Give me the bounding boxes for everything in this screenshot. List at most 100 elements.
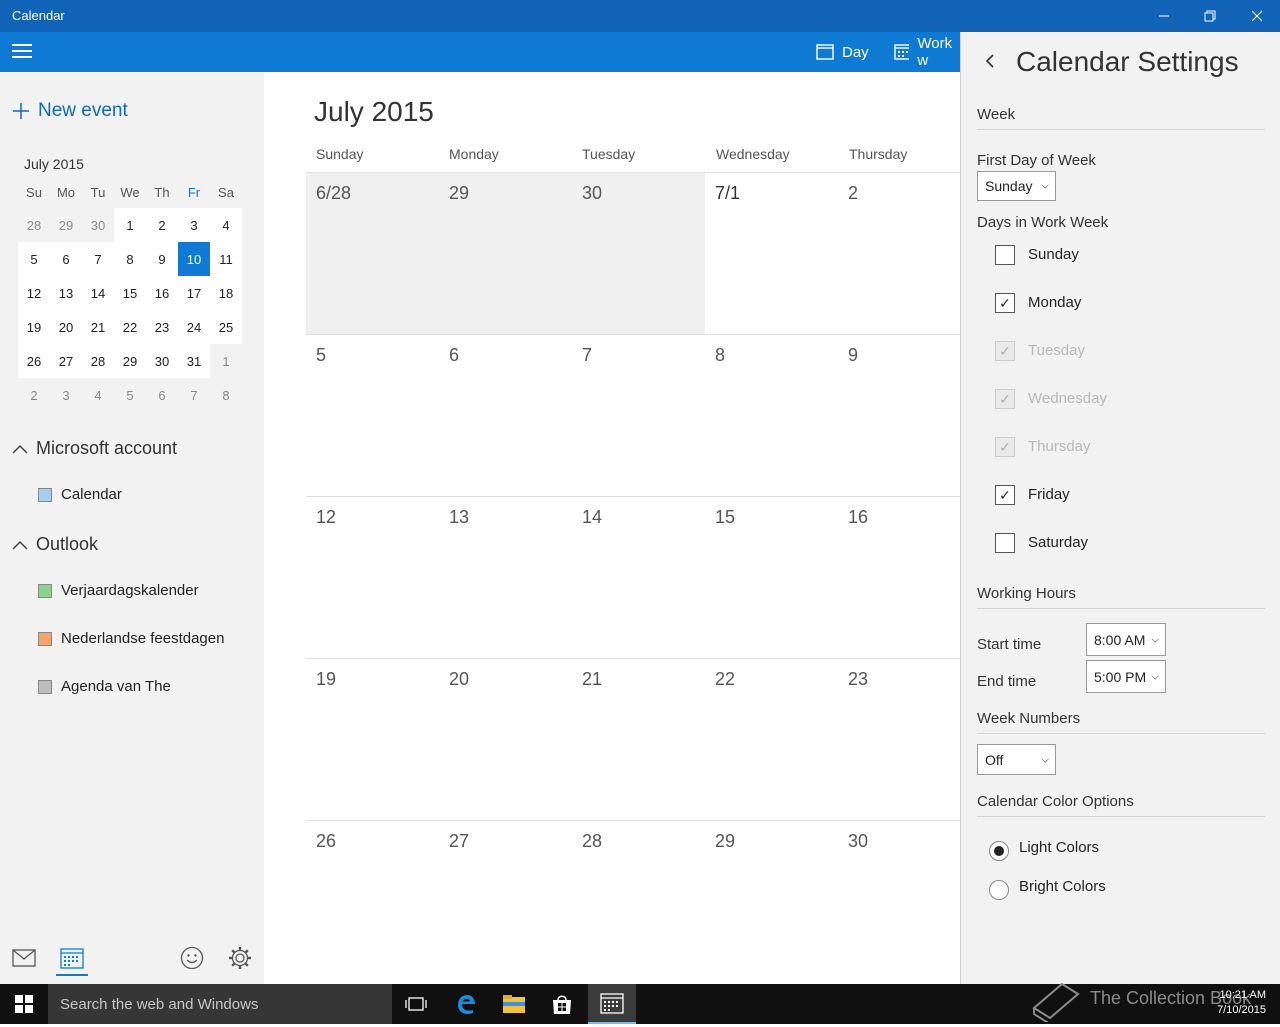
work-day-checkbox[interactable]: ✓: [995, 293, 1015, 313]
work-day-checkbox[interactable]: [995, 245, 1015, 265]
bright-colors-radio[interactable]: [989, 880, 1009, 900]
calendar-list-item[interactable]: Verjaardagskalender: [38, 582, 199, 599]
mini-calendar-day[interactable]: 14: [82, 276, 114, 310]
mini-calendar-day[interactable]: 27: [50, 344, 82, 378]
calendar-app-icon[interactable]: [56, 942, 88, 976]
file-explorer-icon[interactable]: [490, 984, 538, 1024]
store-icon[interactable]: [538, 984, 586, 1024]
calendar-list-item[interactable]: Agenda van The: [38, 678, 171, 695]
mini-calendar-day[interactable]: 4: [82, 378, 114, 412]
minimize-button[interactable]: [1141, 0, 1187, 32]
work-day-checkbox[interactable]: [995, 533, 1015, 553]
mini-calendar-day[interactable]: 31: [178, 344, 210, 378]
calendar-group-header[interactable]: Outlook: [12, 534, 98, 555]
work-day-checkbox[interactable]: ✓: [995, 485, 1015, 505]
mini-calendar-day[interactable]: 1: [210, 344, 242, 378]
close-button[interactable]: [1234, 0, 1280, 32]
calendar-day-cell[interactable]: 7/1: [705, 173, 838, 334]
mini-calendar-day[interactable]: 8: [210, 378, 242, 412]
start-time-select[interactable]: 8:00 AM ⌵: [1086, 623, 1166, 656]
calendar-day-cell[interactable]: 7: [572, 335, 705, 496]
edge-browser-icon[interactable]: [442, 984, 490, 1024]
mini-calendar-day[interactable]: 2: [146, 208, 178, 242]
taskbar-search-box[interactable]: Search the web and Windows: [48, 984, 392, 1024]
calendar-day-cell[interactable]: 21: [572, 659, 705, 820]
mail-icon[interactable]: [8, 942, 40, 974]
mini-calendar-day[interactable]: 26: [18, 344, 50, 378]
calendar-day-cell[interactable]: 13: [439, 497, 572, 658]
calendar-list-item[interactable]: Nederlandse feestdagen: [38, 630, 224, 647]
mini-calendar-day[interactable]: 4: [210, 208, 242, 242]
system-clock[interactable]: 10:21 AM 7/10/2015: [1217, 988, 1266, 1018]
calendar-taskbar-icon[interactable]: [588, 984, 636, 1024]
calendar-day-cell[interactable]: 22: [705, 659, 838, 820]
mini-calendar-title[interactable]: July 2015: [24, 156, 84, 172]
mini-calendar-day[interactable]: 19: [18, 310, 50, 344]
feedback-smiley-icon[interactable]: [176, 942, 208, 974]
mini-calendar-day[interactable]: 28: [82, 344, 114, 378]
mini-calendar-day[interactable]: 12: [18, 276, 50, 310]
mini-calendar-day[interactable]: 24: [178, 310, 210, 344]
mini-calendar-day[interactable]: 21: [82, 310, 114, 344]
day-view-button[interactable]: Day: [816, 32, 869, 72]
calendar-day-cell[interactable]: 20: [439, 659, 572, 820]
mini-calendar-day[interactable]: 3: [50, 378, 82, 412]
mini-calendar-day[interactable]: 17: [178, 276, 210, 310]
calendar-day-cell[interactable]: 2: [838, 173, 960, 334]
month-title[interactable]: July 2015: [314, 96, 434, 128]
mini-calendar-day[interactable]: 30: [82, 208, 114, 242]
new-event-button[interactable]: New event: [12, 100, 128, 122]
week-numbers-select[interactable]: Off ⌵: [977, 744, 1056, 775]
mini-calendar-day[interactable]: 6: [50, 242, 82, 276]
mini-calendar-day[interactable]: 15: [114, 276, 146, 310]
work-week-view-button[interactable]: Work w: [894, 32, 960, 72]
light-colors-radio[interactable]: [989, 841, 1009, 861]
calendar-day-cell[interactable]: 12: [306, 497, 439, 658]
mini-calendar-day[interactable]: 16: [146, 276, 178, 310]
calendar-day-cell[interactable]: 27: [439, 821, 572, 982]
settings-gear-icon[interactable]: [224, 942, 256, 974]
calendar-day-cell[interactable]: 23: [838, 659, 960, 820]
calendar-day-cell[interactable]: 8: [705, 335, 838, 496]
mini-calendar-day[interactable]: 20: [50, 310, 82, 344]
calendar-day-cell[interactable]: 30: [572, 173, 705, 334]
mini-calendar-day[interactable]: 8: [114, 242, 146, 276]
mini-calendar-day[interactable]: 18: [210, 276, 242, 310]
first-day-select[interactable]: Sunday ⌵: [977, 171, 1056, 201]
mini-calendar-day[interactable]: 29: [114, 344, 146, 378]
task-view-icon[interactable]: [392, 984, 440, 1024]
mini-calendar-day[interactable]: 2: [18, 378, 50, 412]
calendar-list-item[interactable]: Calendar: [38, 486, 122, 503]
mini-calendar-day[interactable]: 3: [178, 208, 210, 242]
calendar-day-cell[interactable]: 30: [838, 821, 960, 982]
restore-button[interactable]: [1187, 0, 1233, 32]
mini-calendar-day[interactable]: 28: [18, 208, 50, 242]
mini-calendar-day[interactable]: 25: [210, 310, 242, 344]
calendar-day-cell[interactable]: 6/28: [306, 173, 439, 334]
calendar-day-cell[interactable]: 26: [306, 821, 439, 982]
mini-calendar-day[interactable]: 23: [146, 310, 178, 344]
calendar-day-cell[interactable]: 9: [838, 335, 960, 496]
mini-calendar-day[interactable]: 6: [146, 378, 178, 412]
back-button[interactable]: [983, 52, 997, 75]
start-button[interactable]: [0, 984, 48, 1024]
end-time-select[interactable]: 5:00 PM ⌵: [1086, 660, 1166, 693]
mini-calendar-day[interactable]: 9: [146, 242, 178, 276]
mini-calendar-day[interactable]: 7: [178, 378, 210, 412]
mini-calendar-day[interactable]: 11: [210, 242, 242, 276]
calendar-day-cell[interactable]: 15: [705, 497, 838, 658]
calendar-day-cell[interactable]: 29: [705, 821, 838, 982]
calendar-day-cell[interactable]: 16: [838, 497, 960, 658]
mini-calendar-day[interactable]: 5: [114, 378, 146, 412]
mini-calendar-day[interactable]: 29: [50, 208, 82, 242]
hamburger-menu-icon[interactable]: [12, 44, 32, 60]
calendar-day-cell[interactable]: 6: [439, 335, 572, 496]
calendar-day-cell[interactable]: 5: [306, 335, 439, 496]
calendar-day-cell[interactable]: 29: [439, 173, 572, 334]
mini-calendar-day[interactable]: 30: [146, 344, 178, 378]
mini-calendar-day[interactable]: 1: [114, 208, 146, 242]
mini-calendar-day[interactable]: 5: [18, 242, 50, 276]
calendar-day-cell[interactable]: 14: [572, 497, 705, 658]
mini-calendar-day[interactable]: 13: [50, 276, 82, 310]
mini-calendar-day[interactable]: 22: [114, 310, 146, 344]
